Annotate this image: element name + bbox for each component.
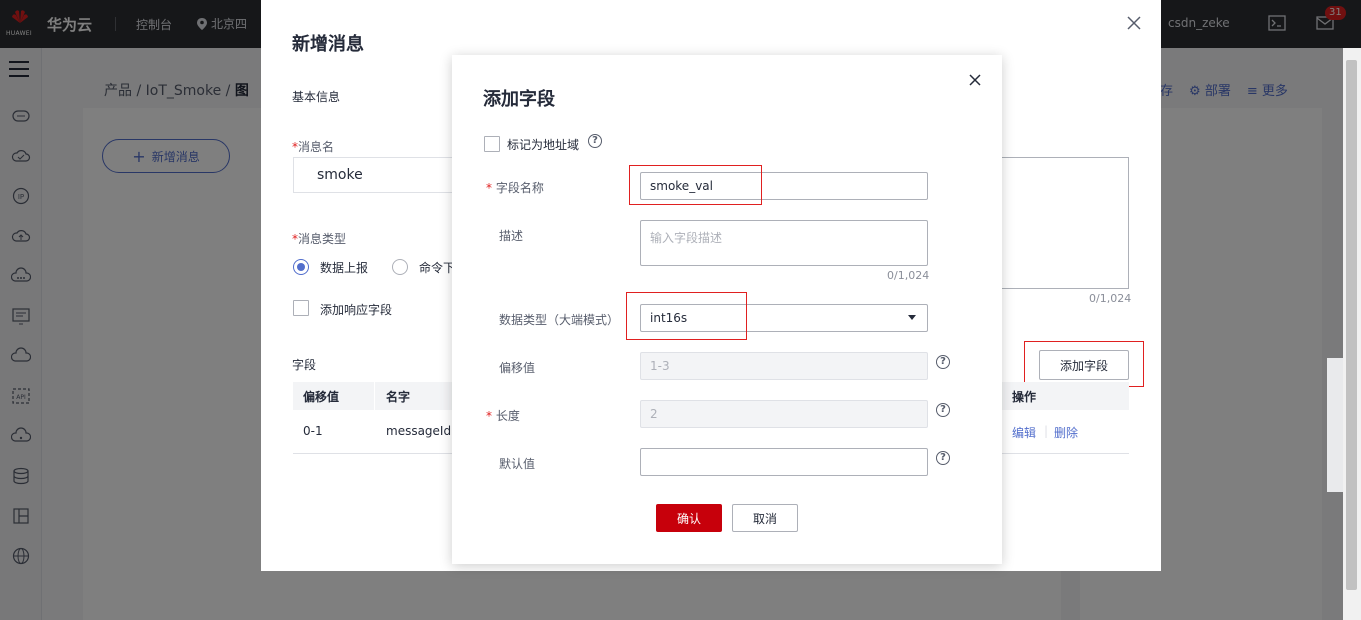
dialog-title: 新增消息 bbox=[292, 34, 364, 55]
cancel-button[interactable]: 取消 bbox=[732, 504, 798, 532]
highlight-box bbox=[626, 292, 747, 340]
offset-label: 偏移值 bbox=[499, 361, 536, 375]
default-value-label: 默认值 bbox=[499, 457, 536, 471]
close-icon[interactable] bbox=[1127, 16, 1141, 30]
description-textarea[interactable]: 输入字段描述 bbox=[640, 220, 928, 266]
highlight-box bbox=[629, 165, 762, 205]
delete-link[interactable]: 删除 bbox=[1054, 424, 1078, 441]
message-name-label: *消息名 bbox=[292, 140, 335, 154]
column-separator bbox=[374, 382, 375, 410]
message-name-input[interactable]: smoke bbox=[293, 157, 473, 193]
help-icon[interactable]: ? bbox=[936, 403, 950, 417]
help-icon[interactable]: ? bbox=[588, 134, 602, 148]
side-widget-strip[interactable] bbox=[1327, 358, 1343, 492]
close-icon[interactable] bbox=[969, 74, 981, 86]
basic-info-heading: 基本信息 bbox=[292, 90, 341, 104]
column-offset: 偏移值 bbox=[303, 390, 340, 404]
mark-address-label: 标记为地址域 bbox=[507, 138, 580, 152]
offset-input: 1-3 bbox=[640, 352, 928, 380]
required-mark: * bbox=[486, 409, 492, 423]
fields-heading: 字段 bbox=[292, 358, 317, 372]
length-label: * 长度 bbox=[486, 409, 520, 423]
link-separator: | bbox=[1044, 424, 1049, 438]
help-icon[interactable]: ? bbox=[936, 451, 950, 465]
message-type-label: *消息类型 bbox=[292, 232, 347, 246]
row-name: messageId bbox=[386, 424, 452, 438]
vertical-scrollbar-thumb[interactable] bbox=[1346, 60, 1357, 590]
column-name: 名字 bbox=[386, 390, 411, 404]
description-textarea[interactable] bbox=[1001, 157, 1129, 289]
highlight-box bbox=[1024, 341, 1144, 387]
default-value-input[interactable] bbox=[640, 448, 928, 476]
confirm-button[interactable]: 确认 bbox=[656, 504, 722, 532]
radio-data-report-label: 数据上报 bbox=[320, 261, 369, 275]
radio-command[interactable] bbox=[392, 259, 408, 275]
add-field-dialog: 添加字段 标记为地址域 ? * 字段名称 smoke_val 描述 输入字段描述… bbox=[452, 55, 1002, 564]
chevron-down-icon bbox=[908, 315, 916, 320]
description-label: 描述 bbox=[499, 229, 524, 243]
row-offset: 0-1 bbox=[303, 424, 323, 438]
required-mark: * bbox=[486, 181, 492, 195]
dialog-title: 添加字段 bbox=[483, 89, 555, 110]
data-type-label: 数据类型（大端模式） bbox=[499, 313, 620, 327]
description-count: 0/1,024 bbox=[1089, 292, 1132, 305]
radio-data-report[interactable] bbox=[293, 259, 309, 275]
description-count: 0/1,024 bbox=[887, 269, 930, 282]
add-response-label: 添加响应字段 bbox=[320, 303, 393, 317]
column-actions: 操作 bbox=[1012, 390, 1037, 404]
length-input: 2 bbox=[640, 400, 928, 428]
edit-link[interactable]: 编辑 bbox=[1012, 424, 1036, 441]
add-response-checkbox[interactable] bbox=[293, 300, 309, 316]
field-name-label: * 字段名称 bbox=[486, 181, 544, 195]
help-icon[interactable]: ? bbox=[936, 355, 950, 369]
mark-address-checkbox[interactable] bbox=[484, 136, 500, 152]
radio-command-label: 命令下 bbox=[419, 261, 456, 275]
